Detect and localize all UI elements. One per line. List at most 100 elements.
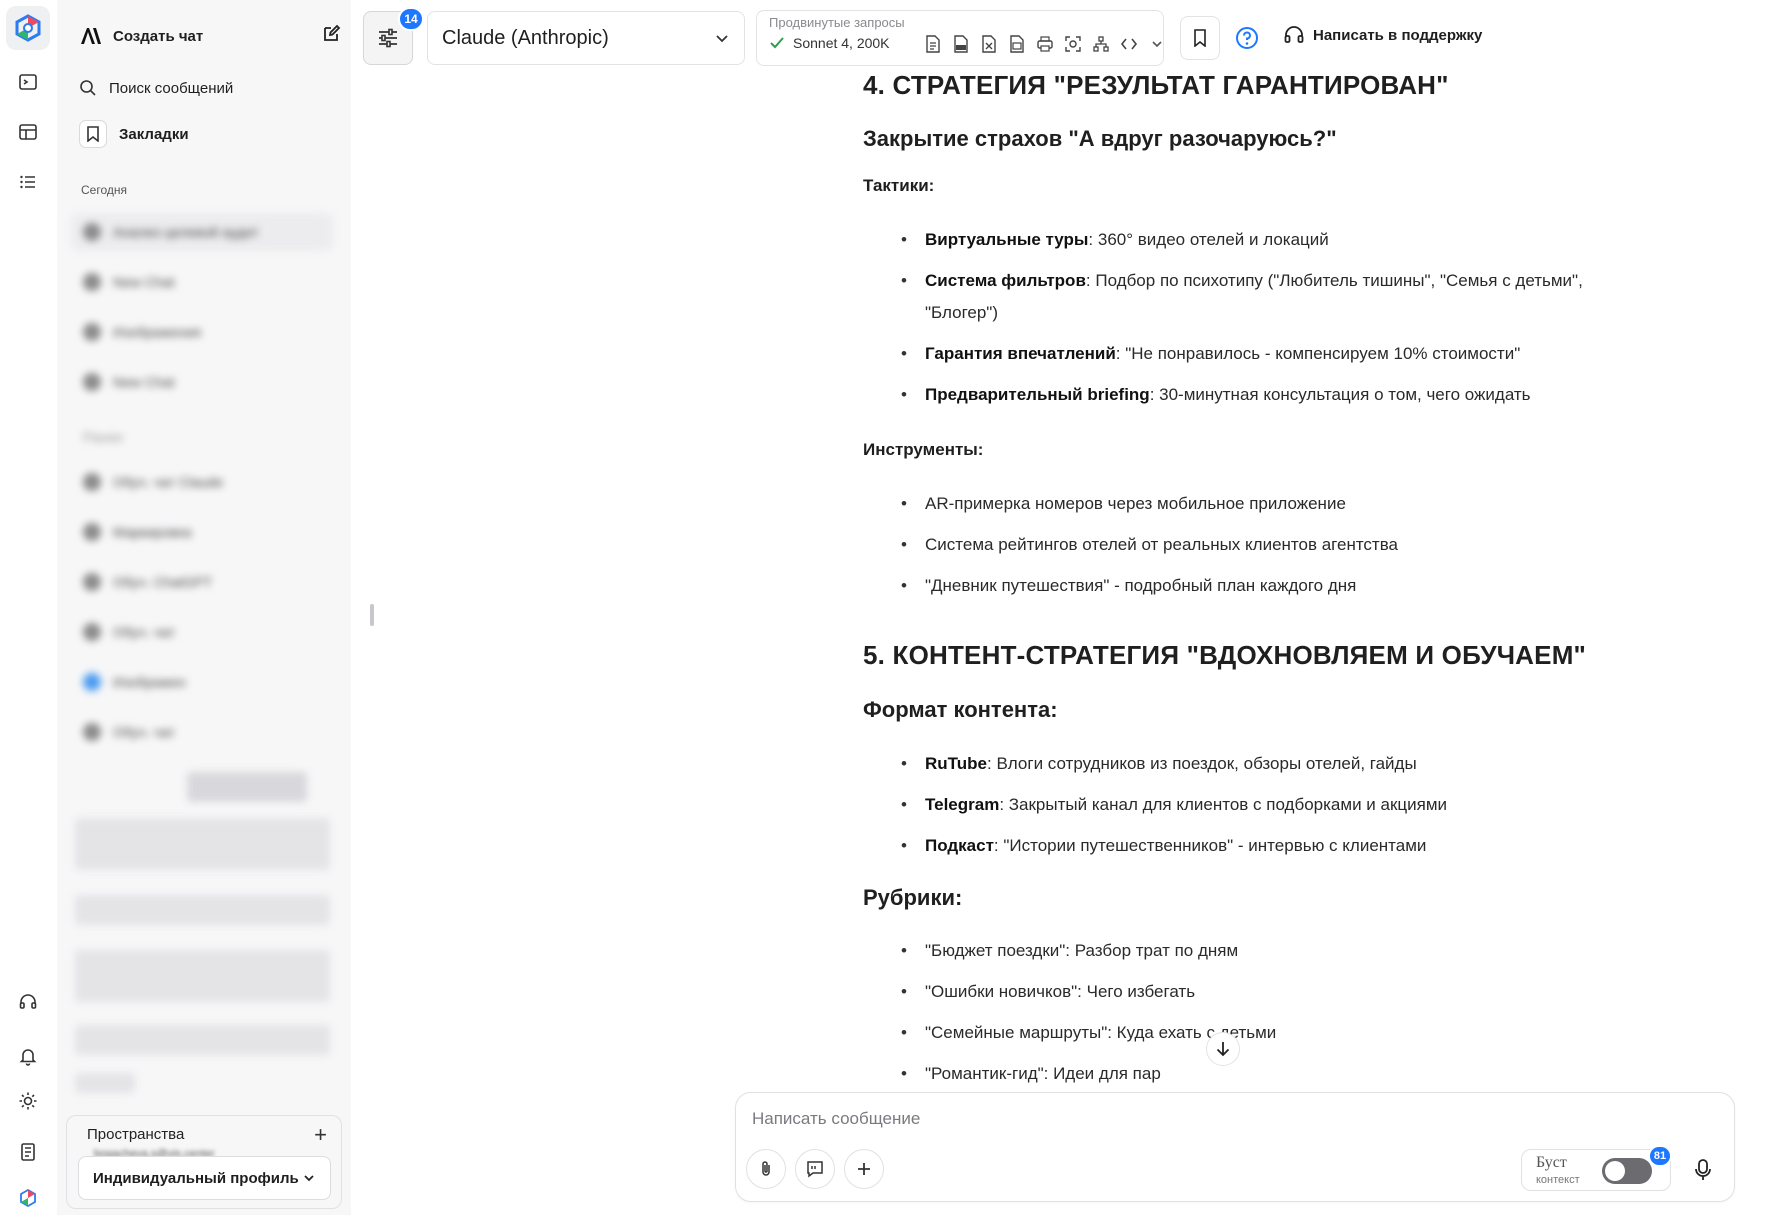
chevron-down-icon	[304, 1175, 314, 1182]
blurred-item	[75, 1073, 135, 1093]
hierarchy-icon[interactable]	[1090, 33, 1112, 55]
support-label: Написать в поддержку	[1313, 26, 1483, 44]
sliders-icon	[379, 28, 397, 48]
list-item: RuTube: Влоги сотрудников из поездок, об…	[901, 748, 1585, 780]
advanced-title: Продвинутые запросы	[769, 15, 905, 30]
chevron-down-icon	[716, 35, 728, 43]
bookmarks-button[interactable]: Закладки	[79, 120, 189, 148]
boost-label: Буст	[1536, 1154, 1567, 1171]
section-5-heading: 5. КОНТЕНТ-СТРАТЕГИЯ "ВДОХНОВЛЯЕМ И ОБУЧ…	[863, 640, 1587, 670]
bell-icon[interactable]	[12, 1040, 44, 1072]
sun-icon[interactable]	[12, 1085, 44, 1117]
chat-item[interactable]: Изображен	[71, 663, 333, 701]
add-button[interactable]	[844, 1149, 884, 1189]
app-logo-icon[interactable]	[6, 6, 50, 50]
help-icon[interactable]	[1233, 24, 1261, 52]
anthropic-logo-icon	[81, 28, 101, 44]
tactics-label: Тактики:	[863, 176, 935, 195]
chat-item[interactable]: New Chat	[71, 363, 333, 401]
list-item: "Бюджет поездки": Разбор трат по дням	[901, 935, 1585, 967]
boost-sublabel: контекст	[1536, 1174, 1580, 1186]
section-4-subheading: Закрытие страхов "А вдруг разочаруюсь?"	[863, 126, 1337, 151]
list-item: AR-примерка номеров через мобильное прил…	[901, 488, 1585, 520]
profile-label: Индивидуальный профиль	[93, 1169, 299, 1187]
list-item: "Ошибки новичков": Чего избегать	[901, 976, 1585, 1008]
excel-icon[interactable]	[978, 33, 1000, 55]
search-label: Поиск сообщений	[109, 79, 234, 97]
document-icon[interactable]	[12, 1136, 44, 1168]
csv-icon[interactable]	[1006, 33, 1028, 55]
settings-badge: 14	[398, 7, 424, 31]
chat-item[interactable]: Анализ целевой аудит	[71, 213, 333, 251]
chat-item[interactable]: Маркировка	[71, 513, 333, 551]
add-space-button[interactable]: +	[314, 1122, 327, 1148]
advanced-model-label: Sonnet 4, 200K	[793, 35, 890, 51]
tools-label: Инструменты:	[863, 440, 984, 459]
format-heading: Формат контента:	[863, 697, 1058, 722]
blurred-item	[75, 950, 330, 1002]
scroll-down-button[interactable]	[1206, 1032, 1240, 1066]
paperclip-icon	[762, 1161, 770, 1176]
section-today: Сегодня	[81, 183, 127, 197]
message-composer: Буст контекст 81	[735, 1092, 1735, 1202]
print-icon[interactable]	[1034, 33, 1056, 55]
chat-item[interactable]: Обуч. ChatGPT	[71, 563, 333, 601]
chat-item[interactable]: New Chat	[71, 263, 333, 301]
mic-icon	[1695, 1159, 1711, 1180]
list-item: Система фильтров: Подбор по психотипу ("…	[901, 265, 1585, 329]
bookmark-icon	[1194, 29, 1206, 47]
doc-icon[interactable]	[922, 33, 944, 55]
sidebar: Создать чат Поиск сообщений Закладки Сег…	[57, 0, 351, 1215]
list-item: Telegram: Закрытый канал для клиентов с …	[901, 789, 1585, 821]
model-select[interactable]: Claude (Anthropic)	[427, 11, 745, 65]
blurred-toggle	[187, 772, 307, 802]
chevron-down-icon[interactable]	[1146, 33, 1168, 55]
blurred-item	[75, 818, 330, 870]
section-label: Ранее	[83, 429, 123, 445]
edit-icon[interactable]	[321, 24, 341, 48]
terminal-icon[interactable]	[12, 66, 44, 98]
list-item: Гарантия впечатлений: "Не понравилось - …	[901, 338, 1585, 370]
list-item: "Романтик-гид": Идеи для пар	[901, 1058, 1585, 1090]
list-item: "Дневник путешествия" - подробный план к…	[901, 570, 1585, 602]
attach-button[interactable]	[746, 1149, 786, 1189]
list-item: Подкаст: "Истории путешественников" - ин…	[901, 830, 1585, 862]
chat-item[interactable]: Обуч. чат	[71, 713, 333, 751]
boost-badge: 81	[1648, 1145, 1672, 1167]
search-messages-button[interactable]: Поиск сообщений	[79, 79, 233, 97]
pdf-icon[interactable]	[950, 33, 972, 55]
chat-item[interactable]: Изображения	[71, 313, 333, 351]
message-input[interactable]	[752, 1109, 1652, 1129]
mic-button[interactable]	[1688, 1155, 1718, 1185]
boost-switch[interactable]	[1602, 1158, 1652, 1184]
headset-icon	[1284, 26, 1304, 43]
icon-rail	[0, 0, 57, 1215]
bookmark-chat-button[interactable]	[1180, 16, 1220, 60]
blurred-item	[75, 1025, 330, 1055]
code-icon[interactable]	[1118, 33, 1140, 55]
chat-item[interactable]: Обуч. чат	[71, 613, 333, 651]
profile-select[interactable]: Индивидуальный профиль	[78, 1156, 331, 1200]
section-4-heading: 4. СТРАТЕГИЯ "РЕЗУЛЬТАТ ГАРАНТИРОВАН"	[863, 70, 1449, 100]
profile-logo-icon[interactable]	[12, 1182, 44, 1214]
prompts-button[interactable]	[795, 1149, 835, 1189]
support-button[interactable]: Написать в поддержку	[1283, 24, 1482, 46]
advanced-requests[interactable]: Продвинутые запросы Sonnet 4, 200K	[756, 10, 1164, 66]
new-chat-button[interactable]: Создать чат	[79, 24, 341, 48]
screenshot-icon[interactable]	[1062, 33, 1084, 55]
model-label: Claude (Anthropic)	[442, 26, 609, 49]
search-icon	[80, 80, 96, 96]
list-item: Виртуальные туры: 360° видео отелей и ло…	[901, 224, 1585, 256]
list-item: Система рейтингов отелей от реальных кли…	[901, 529, 1585, 561]
list-item: Предварительный briefing: 30-минутная ко…	[901, 379, 1585, 411]
headset-icon[interactable]	[12, 986, 44, 1018]
spaces-panel: Пространства + bogacheva.s@vis.center Ин…	[66, 1115, 342, 1209]
rubrics-heading: Рубрики:	[863, 885, 963, 910]
spaces-title: Пространства	[87, 1126, 185, 1143]
chat-item[interactable]: Обуч. чат Claude	[71, 463, 333, 501]
sidebar-resize-handle[interactable]	[370, 604, 374, 626]
prompt-icon	[807, 1161, 823, 1178]
blurred-item	[75, 895, 330, 925]
list-icon[interactable]	[12, 166, 44, 198]
table-icon[interactable]	[12, 116, 44, 148]
